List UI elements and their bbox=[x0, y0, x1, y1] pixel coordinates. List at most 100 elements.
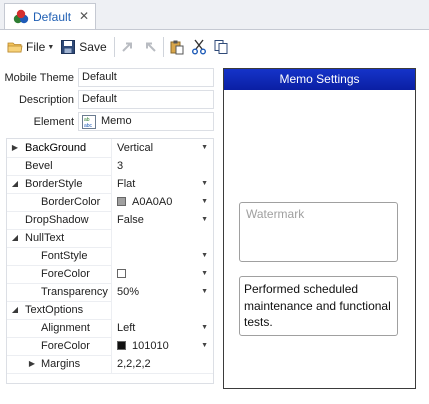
tab-default[interactable]: Default ✕ bbox=[4, 3, 96, 29]
preview-title-bar: Memo Settings bbox=[224, 69, 415, 90]
property-name: BackGround bbox=[25, 142, 87, 154]
memo-field[interactable]: Performed scheduled maintenance and func… bbox=[239, 276, 398, 336]
cut-button[interactable] bbox=[191, 36, 207, 58]
undo-button[interactable] bbox=[142, 36, 158, 58]
memo-element-icon: ab abc bbox=[82, 115, 96, 129]
mobile-theme-field[interactable]: Default bbox=[78, 68, 214, 87]
save-label: Save bbox=[79, 40, 107, 54]
property-value-cell[interactable] bbox=[111, 229, 213, 247]
property-value: 3 bbox=[117, 160, 124, 172]
color-swatch bbox=[117, 197, 126, 206]
property-value-cell[interactable] bbox=[111, 301, 213, 319]
file-icon bbox=[7, 42, 23, 53]
property-value-cell[interactable]: Vertical ▼ bbox=[111, 139, 213, 157]
document-tab-strip: Default ✕ bbox=[0, 0, 429, 30]
chevron-down-icon[interactable]: ▼ bbox=[201, 193, 208, 211]
theme-editor: File ▼ Save Mobile Theme Default Descrip… bbox=[0, 30, 429, 404]
property-name: TextOptions bbox=[25, 304, 84, 316]
memo-preview: Memo Settings Watermark Performed schedu… bbox=[223, 68, 416, 389]
expand-icon[interactable]: ▶ bbox=[9, 139, 21, 157]
chevron-down-icon[interactable]: ▼ bbox=[201, 337, 208, 355]
property-row-background[interactable]: ▶ BackGround Vertical ▼ bbox=[7, 139, 213, 158]
collapse-icon[interactable]: ◢ bbox=[9, 229, 21, 247]
svg-text:abc: abc bbox=[84, 123, 93, 129]
property-name: BorderStyle bbox=[25, 178, 83, 190]
property-value-cell[interactable]: ▼ bbox=[111, 265, 213, 283]
collapse-icon[interactable]: ◢ bbox=[9, 175, 21, 193]
toolbar-separator bbox=[162, 37, 164, 57]
file-menu-button[interactable]: File ▼ bbox=[7, 36, 54, 58]
property-value-cell[interactable]: Flat ▼ bbox=[111, 175, 213, 193]
property-row-bordercolor[interactable]: BorderColor A0A0A0 ▼ bbox=[7, 193, 213, 212]
property-row-transparency[interactable]: Transparency 50% ▼ bbox=[7, 283, 213, 302]
property-name: FontStyle bbox=[41, 250, 88, 262]
property-value: A0A0A0 bbox=[132, 196, 173, 208]
property-value: 50% bbox=[117, 286, 140, 298]
file-menu-label: File bbox=[26, 40, 46, 54]
save-icon bbox=[61, 40, 76, 54]
description-label: Description bbox=[18, 94, 74, 106]
element-field[interactable]: ab abc Memo bbox=[78, 112, 214, 131]
property-name: Bevel bbox=[25, 160, 53, 172]
watermark-memo[interactable]: Watermark bbox=[239, 202, 398, 262]
property-value-cell[interactable]: 50% ▼ bbox=[111, 283, 213, 301]
chevron-down-icon[interactable]: ▼ bbox=[201, 211, 208, 229]
property-name: Alignment bbox=[41, 322, 90, 334]
save-button[interactable]: Save bbox=[60, 36, 107, 58]
property-name: ForeColor bbox=[41, 340, 90, 352]
property-name: Transparency bbox=[41, 286, 108, 298]
property-value-cell[interactable]: 3 bbox=[111, 157, 213, 175]
property-value-cell[interactable]: Left ▼ bbox=[111, 319, 213, 337]
property-name: Margins bbox=[41, 358, 81, 370]
property-value: False bbox=[117, 214, 144, 226]
close-icon[interactable]: ✕ bbox=[79, 9, 89, 23]
property-row-text-forecolor[interactable]: ForeColor 101010 ▼ bbox=[7, 337, 213, 356]
element-value: Memo bbox=[101, 115, 132, 127]
toolbar-separator bbox=[113, 37, 115, 57]
color-swatch bbox=[117, 269, 126, 278]
property-value-cell[interactable]: False ▼ bbox=[111, 211, 213, 229]
paste-icon bbox=[170, 40, 184, 55]
property-row-bevel[interactable]: Bevel 3 bbox=[7, 157, 213, 176]
redo-button[interactable] bbox=[120, 36, 136, 58]
undo-icon bbox=[145, 42, 156, 52]
chevron-down-icon[interactable]: ▼ bbox=[201, 175, 208, 193]
theme-icon bbox=[13, 9, 29, 23]
property-value: 101010 bbox=[132, 340, 169, 352]
property-value: Flat bbox=[117, 178, 136, 190]
expand-icon[interactable]: ▶ bbox=[26, 355, 38, 373]
property-name: DropShadow bbox=[25, 214, 89, 226]
toolbar: File ▼ Save bbox=[0, 30, 429, 64]
property-row-textoptions[interactable]: ◢ TextOptions bbox=[7, 301, 213, 320]
property-value-cell[interactable]: 101010 ▼ bbox=[111, 337, 213, 355]
property-value: Left bbox=[117, 322, 136, 334]
property-row-borderstyle[interactable]: ◢ BorderStyle Flat ▼ bbox=[7, 175, 213, 194]
copy-button[interactable] bbox=[213, 36, 229, 58]
property-name: NullText bbox=[25, 232, 65, 244]
chevron-down-icon[interactable]: ▼ bbox=[201, 319, 208, 337]
property-value-cell[interactable]: 2,2,2,2 bbox=[111, 355, 213, 373]
description-field[interactable]: Default bbox=[78, 90, 214, 109]
property-value-cell[interactable]: A0A0A0 ▼ bbox=[111, 193, 213, 211]
property-row-alignment[interactable]: Alignment Left ▼ bbox=[7, 319, 213, 338]
property-value-cell[interactable]: ▼ bbox=[111, 247, 213, 265]
property-value: Vertical bbox=[117, 142, 154, 154]
paste-button[interactable] bbox=[169, 36, 185, 58]
chevron-down-icon[interactable]: ▼ bbox=[201, 247, 208, 265]
mobile-theme-label: Mobile Theme bbox=[4, 72, 75, 84]
property-value: 2,2,2,2 bbox=[117, 358, 151, 370]
chevron-down-icon: ▼ bbox=[47, 43, 55, 51]
chevron-down-icon[interactable]: ▼ bbox=[201, 139, 208, 157]
cut-icon bbox=[191, 39, 206, 55]
property-grid: ▶ BackGround Vertical ▼ Bevel 3 ◢ Border… bbox=[6, 138, 214, 384]
copy-icon bbox=[214, 40, 228, 54]
property-row-margins[interactable]: ▶ Margins 2,2,2,2 bbox=[7, 355, 213, 374]
chevron-down-icon[interactable]: ▼ bbox=[201, 283, 208, 301]
property-row-nulltext[interactable]: ◢ NullText bbox=[7, 229, 213, 248]
property-row-dropshadow[interactable]: DropShadow False ▼ bbox=[7, 211, 213, 230]
property-row-forecolor[interactable]: ForeColor ▼ bbox=[7, 265, 213, 284]
property-row-fontstyle[interactable]: FontStyle ▼ bbox=[7, 247, 213, 266]
chevron-down-icon[interactable]: ▼ bbox=[201, 265, 208, 283]
tab-label: Default bbox=[33, 9, 72, 24]
collapse-icon[interactable]: ◢ bbox=[9, 301, 21, 319]
